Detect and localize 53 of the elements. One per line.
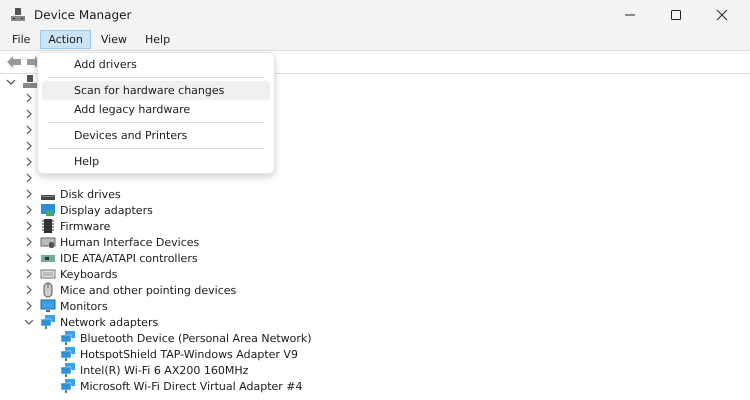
tree-item[interactable]: Display adapters	[60, 204, 153, 216]
tree-item[interactable]: HotspotShield TAP-Windows Adapter V9	[80, 348, 298, 360]
menu-bar-item[interactable]: File	[4, 30, 38, 49]
chevron-icon[interactable]	[24, 173, 34, 183]
menu-bar-item[interactable]: View	[92, 30, 135, 49]
network-icon	[60, 330, 76, 346]
window-title: Device Manager	[34, 8, 132, 22]
chevron-icon[interactable]	[24, 237, 34, 247]
chip-icon	[40, 218, 56, 234]
chevron-icon[interactable]	[24, 253, 34, 263]
menu-item[interactable]: Add drivers	[42, 55, 270, 74]
display-adapter-icon	[40, 202, 56, 218]
chevron-icon[interactable]	[24, 205, 34, 215]
network-icon	[60, 378, 76, 394]
close-icon[interactable]	[716, 8, 728, 20]
tree-item[interactable]: Monitors	[60, 300, 108, 312]
tree-item[interactable]: Human Interface Devices	[60, 236, 200, 248]
menu-bar-item[interactable]: Action	[40, 30, 91, 49]
menu-item[interactable]: Devices and Printers	[42, 126, 270, 145]
chevron-icon[interactable]	[24, 141, 34, 151]
chevron-icon[interactable]	[24, 157, 34, 167]
chevron-icon[interactable]	[24, 125, 34, 135]
computer-icon	[10, 6, 26, 22]
monitor-icon	[40, 298, 56, 314]
chevron-icon[interactable]	[24, 285, 34, 295]
tree-item[interactable]: Bluetooth Device (Personal Area Network)	[80, 332, 312, 344]
tree-item[interactable]: Disk drives	[60, 188, 121, 200]
computer-icon	[22, 74, 38, 90]
tree-item[interactable]: Network adapters	[60, 316, 158, 328]
chevron-icon[interactable]	[24, 221, 34, 231]
disk-drive-icon	[40, 194, 56, 200]
menu-bar-item[interactable]: Help	[136, 30, 178, 49]
chevron-icon[interactable]	[24, 189, 34, 199]
network-icon	[40, 314, 56, 330]
menu-item[interactable]: Help	[42, 152, 270, 171]
tree-item[interactable]: Firmware	[60, 220, 110, 232]
tree-item[interactable]: IDE ATA/ATAPI controllers	[60, 252, 198, 264]
back-arrow-icon[interactable]	[6, 55, 22, 69]
menu-item[interactable]: Scan for hardware changes	[42, 81, 270, 100]
menu-item[interactable]: Add legacy hardware	[42, 100, 270, 119]
chevron-icon[interactable]	[24, 93, 34, 103]
tree-item[interactable]: Microsoft Wi-Fi Direct Virtual Adapter #4	[80, 380, 303, 392]
chevron-icon[interactable]	[6, 77, 16, 87]
network-icon	[60, 362, 76, 378]
network-icon	[60, 346, 76, 362]
chevron-icon[interactable]	[24, 109, 34, 119]
tree-item[interactable]: Keyboards	[60, 268, 118, 280]
chevron-icon[interactable]	[24, 301, 34, 311]
maximize-icon[interactable]	[670, 8, 682, 20]
tree-item[interactable]: Mice and other pointing devices	[60, 284, 236, 296]
chevron-icon[interactable]	[24, 269, 34, 279]
chevron-icon[interactable]	[24, 317, 34, 327]
tree-item[interactable]: Intel(R) Wi-Fi 6 AX200 160MHz	[80, 364, 248, 376]
